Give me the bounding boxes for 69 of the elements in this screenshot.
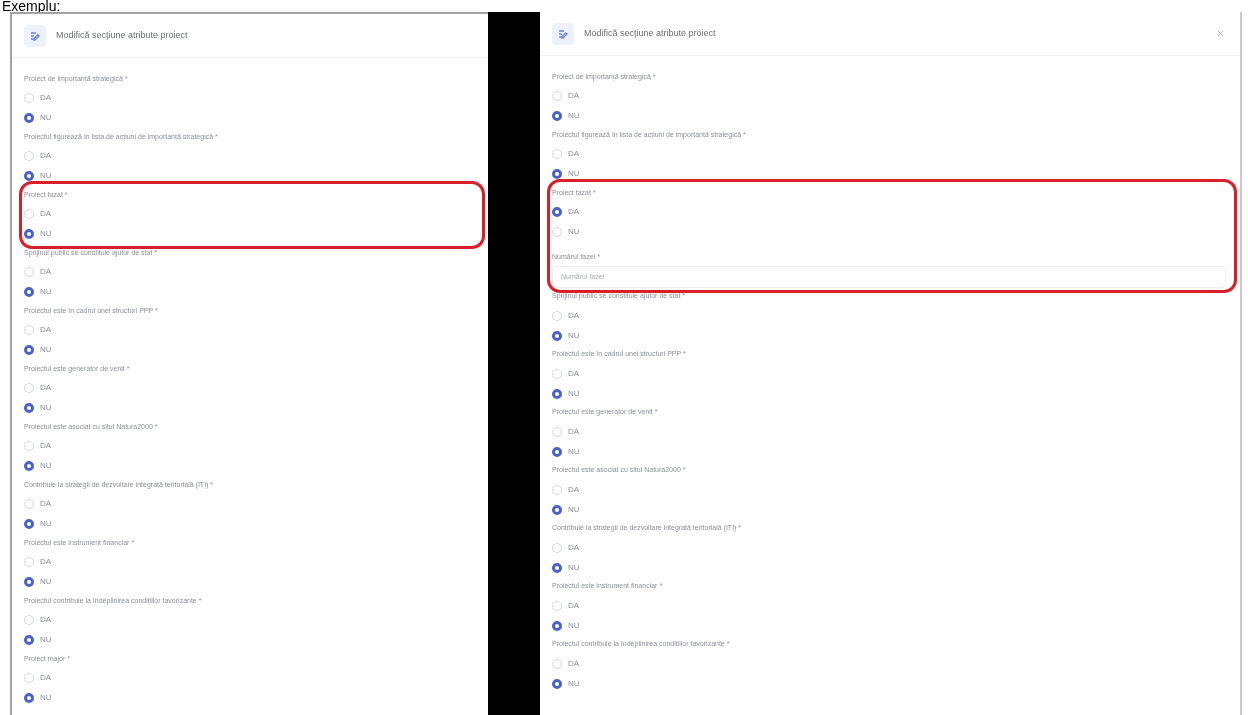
option-label: DA	[40, 92, 52, 104]
option-label: NU	[568, 619, 580, 632]
radio-button[interactable]	[24, 577, 34, 587]
option-label: DA	[40, 150, 52, 162]
radio-button[interactable]	[24, 113, 34, 123]
option-label: DA	[568, 599, 580, 612]
option-label: DA	[40, 208, 52, 220]
option-label: DA	[568, 309, 580, 322]
option-label: NU	[40, 692, 52, 704]
option-label: DA	[40, 324, 52, 336]
option-label: NU	[40, 344, 52, 356]
radio-button[interactable]	[552, 504, 562, 515]
option-label: NU	[40, 634, 52, 646]
radio-button[interactable]	[552, 678, 562, 689]
option-label: NU	[40, 170, 52, 182]
radio-button[interactable]	[552, 169, 562, 179]
radio-button[interactable]	[24, 519, 34, 529]
close-icon	[1215, 29, 1225, 38]
option-label: DA	[568, 367, 580, 380]
option-label: NU	[40, 228, 52, 240]
option-label: NU	[40, 286, 52, 298]
option-label: DA	[568, 90, 580, 102]
heading: Exemplu:	[1, 0, 62, 12]
option-label: DA	[568, 483, 580, 496]
edit-icon	[552, 22, 574, 45]
option-label: NU	[40, 576, 52, 588]
option-label: DA	[568, 148, 580, 160]
option-label: DA	[568, 425, 580, 438]
option-label: NU	[568, 110, 580, 122]
radio-button[interactable]	[24, 461, 34, 471]
modal-title: Modifică secțiune atribute proiect	[56, 28, 189, 42]
option-label: NU	[568, 226, 580, 238]
option-label: DA	[40, 382, 52, 394]
option-label: NU	[568, 329, 580, 342]
option-label: NU	[40, 402, 52, 414]
radio-button[interactable]	[24, 403, 34, 413]
option-label: DA	[40, 440, 52, 452]
option-label: NU	[568, 387, 580, 400]
option-label: DA	[40, 614, 52, 626]
option-label: NU	[568, 503, 580, 516]
radio-button[interactable]	[552, 207, 562, 217]
option-label: DA	[40, 672, 52, 684]
option-label: NU	[40, 460, 52, 472]
option-label: NU	[40, 518, 52, 530]
option-label: DA	[40, 266, 52, 278]
option-label: DA	[40, 498, 52, 510]
radio-button[interactable]	[552, 562, 562, 573]
radio-button[interactable]	[24, 171, 34, 181]
option-label: NU	[40, 112, 52, 124]
radio-button[interactable]	[24, 693, 34, 703]
radio-button[interactable]	[552, 446, 562, 457]
radio-button[interactable]	[24, 345, 34, 355]
option-label: DA	[568, 206, 580, 218]
option-label: DA	[40, 556, 52, 568]
radio-button[interactable]	[552, 111, 562, 121]
option-label: DA	[568, 657, 580, 670]
radio-button[interactable]	[24, 229, 34, 239]
option-label: DA	[568, 541, 580, 554]
option-label: NU	[568, 561, 580, 574]
option-label: NU	[568, 445, 580, 458]
radio-button[interactable]	[24, 635, 34, 645]
radio-button[interactable]	[552, 330, 562, 341]
radio-button[interactable]	[24, 287, 34, 297]
modal-title: Modifică secțiune atribute proiect	[584, 26, 717, 40]
edit-icon	[24, 24, 46, 47]
option-label: NU	[568, 168, 580, 180]
option-label: NU	[568, 677, 580, 690]
radio-button[interactable]	[552, 620, 562, 631]
radio-button[interactable]	[552, 388, 562, 399]
